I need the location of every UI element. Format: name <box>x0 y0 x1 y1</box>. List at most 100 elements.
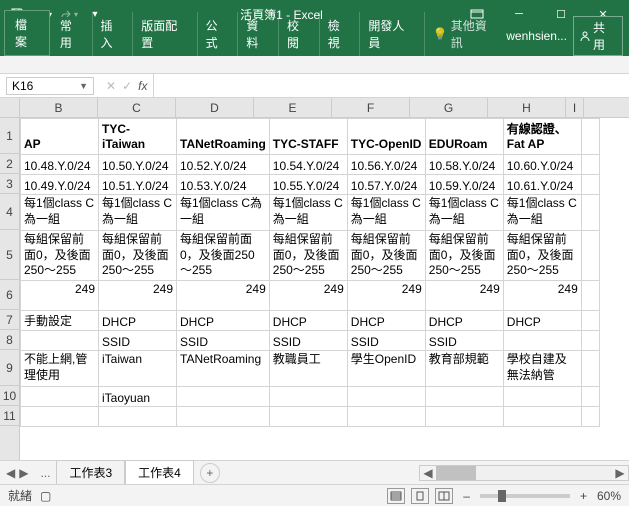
cell[interactable]: 手動設定 <box>21 311 99 331</box>
cell[interactable] <box>581 281 599 311</box>
cell[interactable]: 每1個class C為一組 <box>177 195 270 231</box>
cell[interactable]: DHCP <box>177 311 270 331</box>
cell[interactable]: EDURoam <box>425 119 503 155</box>
cell[interactable] <box>99 407 177 427</box>
cell[interactable]: 每1個class C為一組 <box>347 195 425 231</box>
row-header[interactable]: 7 <box>0 310 19 330</box>
fx-icon[interactable]: fx <box>138 79 147 93</box>
ribbon-tab[interactable]: 校閱 <box>279 12 320 56</box>
cell[interactable]: 每組保留前面0，及後面250～255 <box>177 231 270 281</box>
cell[interactable]: 不能上網,管理使用 <box>21 351 99 387</box>
cell[interactable]: 249 <box>347 281 425 311</box>
cell[interactable] <box>581 387 599 407</box>
row-header[interactable]: 10 <box>0 386 19 406</box>
cell[interactable]: DHCP <box>99 311 177 331</box>
cell[interactable]: 10.52.Y.0/24 <box>177 155 270 175</box>
cell[interactable]: 有線認證、Fat AP <box>503 119 581 155</box>
cell[interactable]: 每1個class C為一組 <box>425 195 503 231</box>
cell[interactable]: 10.50.Y.0/24 <box>99 155 177 175</box>
cell[interactable]: iTaiwan <box>99 351 177 387</box>
cell[interactable] <box>177 387 270 407</box>
column-header[interactable]: E <box>254 98 332 117</box>
cell[interactable]: 249 <box>21 281 99 311</box>
cell[interactable]: DHCP <box>503 311 581 331</box>
row-header[interactable]: 11 <box>0 406 19 426</box>
cell[interactable]: DHCP <box>347 311 425 331</box>
cell[interactable]: 學生OpenID <box>347 351 425 387</box>
cell[interactable]: TYC-iTaiwan <box>99 119 177 155</box>
select-all-corner[interactable] <box>0 98 20 117</box>
cell[interactable]: 10.55.Y.0/24 <box>269 175 347 195</box>
cell[interactable] <box>581 407 599 427</box>
row-header[interactable]: 8 <box>0 330 19 350</box>
cell[interactable]: 249 <box>503 281 581 311</box>
cell[interactable]: 10.48.Y.0/24 <box>21 155 99 175</box>
cell[interactable]: 每組保留前面0，及後面250～255 <box>347 231 425 281</box>
row-header[interactable]: 2 <box>0 154 19 174</box>
cell[interactable] <box>21 331 99 351</box>
cell[interactable] <box>503 387 581 407</box>
row-header[interactable]: 1 <box>0 118 19 154</box>
new-sheet-button[interactable]: + <box>200 463 220 483</box>
column-header[interactable]: D <box>176 98 254 117</box>
share-button[interactable]: 共用 <box>573 16 623 56</box>
cell[interactable] <box>425 407 503 427</box>
zoom-out-icon[interactable]: – <box>463 489 470 503</box>
row-header[interactable]: 6 <box>0 280 19 310</box>
cell-grid[interactable]: APTYC-iTaiwanTANetRoamingTYC-STAFFTYC-Op… <box>20 118 600 427</box>
page-layout-view-icon[interactable] <box>411 488 429 504</box>
sheet-tab[interactable]: 工作表4 <box>125 460 194 486</box>
redo-icon[interactable]: ▾ <box>58 3 80 25</box>
cell[interactable]: TANetRoaming <box>177 119 270 155</box>
cell[interactable]: SSID <box>269 331 347 351</box>
cell[interactable]: 每組保留前面0，及後面250～255 <box>99 231 177 281</box>
cell[interactable] <box>581 311 599 331</box>
cell[interactable]: 10.61.Y.0/24 <box>503 175 581 195</box>
cell[interactable] <box>21 387 99 407</box>
ribbon-tab[interactable]: 插入 <box>93 12 134 56</box>
cell[interactable]: 10.54.Y.0/24 <box>269 155 347 175</box>
cell[interactable]: 10.58.Y.0/24 <box>425 155 503 175</box>
cell[interactable]: 每1個class C為一組 <box>99 195 177 231</box>
column-header[interactable]: G <box>410 98 488 117</box>
cell[interactable] <box>581 119 599 155</box>
cell[interactable]: AP <box>21 119 99 155</box>
cell[interactable]: 10.56.Y.0/24 <box>347 155 425 175</box>
column-header[interactable]: F <box>332 98 410 117</box>
cell[interactable] <box>21 407 99 427</box>
cell[interactable]: 每1個class C為一組 <box>21 195 99 231</box>
cell[interactable]: 249 <box>269 281 347 311</box>
sheet-nav-prev-icon[interactable]: ◀ <box>6 466 15 480</box>
normal-view-icon[interactable] <box>387 488 405 504</box>
cell[interactable] <box>425 387 503 407</box>
cell[interactable]: 10.57.Y.0/24 <box>347 175 425 195</box>
sheet-tab[interactable]: 工作表3 <box>56 460 125 486</box>
zoom-in-icon[interactable]: + <box>580 489 587 503</box>
cell[interactable]: 249 <box>177 281 270 311</box>
row-header[interactable]: 3 <box>0 174 19 194</box>
sheet-nav-next-icon[interactable]: ▶ <box>19 466 28 480</box>
cell[interactable]: 每組保留前面0，及後面250～255 <box>21 231 99 281</box>
page-break-view-icon[interactable] <box>435 488 453 504</box>
cell[interactable] <box>581 231 599 281</box>
zoom-slider[interactable] <box>480 494 570 498</box>
name-box[interactable]: K16 ▼ <box>6 77 94 95</box>
cell[interactable]: 249 <box>99 281 177 311</box>
cell[interactable]: TYC-STAFF <box>269 119 347 155</box>
cell[interactable]: 每1個class C為一組 <box>503 195 581 231</box>
formula-bar[interactable] <box>153 74 629 97</box>
ribbon-tab[interactable]: 檢視 <box>320 12 361 56</box>
cell[interactable]: 教育部規範 <box>425 351 503 387</box>
cell[interactable] <box>581 331 599 351</box>
ribbon-tab[interactable]: 版面配置 <box>133 12 197 56</box>
ribbon-tab[interactable]: 開發人員 <box>360 12 424 56</box>
tell-me[interactable]: 💡 其他資訊 <box>425 12 506 56</box>
cell[interactable]: 每組保留前面0，及後面250～255 <box>425 231 503 281</box>
column-header[interactable]: I <box>566 98 584 117</box>
cell[interactable]: SSID <box>177 331 270 351</box>
cell[interactable] <box>177 407 270 427</box>
ribbon-tab[interactable]: 公式 <box>198 12 239 56</box>
cell[interactable]: 每組保留前面0，及後面250～255 <box>269 231 347 281</box>
cell[interactable] <box>581 155 599 175</box>
cell[interactable]: 每1個class C為一組 <box>269 195 347 231</box>
